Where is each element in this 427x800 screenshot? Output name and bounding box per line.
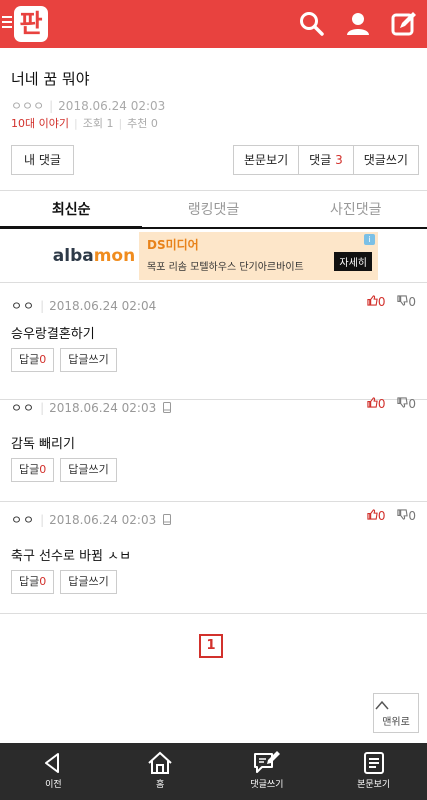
- comment-meta: ㅇㅇ | 2018.06.24 02:03: [11, 511, 172, 528]
- mobile-icon: [163, 402, 172, 413]
- thumbs-down-icon: [397, 509, 409, 520]
- comment-meta: ㅇㅇ | 2018.06.24 02:04: [11, 299, 157, 313]
- comment-write-icon: [253, 751, 280, 773]
- nav-back[interactable]: 이전: [0, 743, 107, 800]
- like-button[interactable]: 0: [367, 509, 386, 523]
- comments-button[interactable]: 댓글 3: [299, 145, 354, 175]
- user-icon[interactable]: [344, 10, 372, 38]
- back-icon: [45, 753, 60, 773]
- nav-write-comment[interactable]: 댓글쓰기: [214, 743, 321, 800]
- view-count: 조회 1: [82, 117, 114, 130]
- my-comments-wrap: 내 댓글: [11, 145, 74, 175]
- site-logo[interactable]: 판: [14, 6, 48, 42]
- comments-label: 댓글: [309, 153, 332, 167]
- board-link[interactable]: 10대 이야기: [11, 117, 69, 130]
- home-icon: [148, 751, 172, 774]
- ad-cta-button[interactable]: 자세히: [334, 252, 372, 271]
- comment-tabs: 최신순 랭킹댓글 사진댓글: [0, 194, 427, 229]
- scroll-to-top-label: 맨위로: [382, 717, 410, 728]
- comment-item: ㅇㅇ | 2018.06.24 02:04 0 0 승우랑결혼하기 답글0 답글쓰기: [0, 286, 427, 400]
- nav-back-label: 이전: [45, 780, 62, 790]
- ad-logo: albamon: [49, 232, 139, 280]
- write-reply-button[interactable]: 답글쓰기: [60, 570, 117, 594]
- page-1-button[interactable]: 1: [199, 634, 223, 658]
- post-stats: 10대 이야기 | 조회 1 | 추천 0: [11, 117, 158, 130]
- ad-title: DS미디어: [147, 238, 199, 252]
- dislike-button[interactable]: 0: [397, 295, 416, 309]
- view-post-button[interactable]: 본문보기: [233, 145, 300, 175]
- menu-icon[interactable]: [2, 16, 12, 31]
- nav-view-post-label: 본문보기: [357, 780, 391, 790]
- comment-votes: 0 0: [367, 397, 416, 411]
- ad-info-icon[interactable]: i: [364, 234, 375, 245]
- like-button[interactable]: 0: [367, 397, 386, 411]
- recommend-count: 추천 0: [127, 117, 158, 130]
- comment-item: ㅇㅇ | 2018.06.24 02:03 0 0 축구 선수로 바뀜 ㅅㅂ 답글0…: [0, 500, 427, 614]
- comment-item: ㅇㅇ | 2018.06.24 02:03 0 0 감독 빼리기 답글0 답글쓰기: [0, 388, 427, 502]
- tab-photo[interactable]: 사진댓글: [285, 194, 427, 227]
- comment-votes: 0 0: [367, 295, 416, 309]
- comment-date: 2018.06.24 02:03: [49, 513, 157, 527]
- bottom-nav: 이전 홈 댓글쓰기 본문보기: [0, 743, 427, 800]
- dislike-button[interactable]: 0: [397, 397, 416, 411]
- comment-body: 감독 빼리기: [11, 437, 75, 452]
- nav-view-post[interactable]: 본문보기: [320, 743, 427, 800]
- nav-home[interactable]: 홈: [107, 743, 214, 800]
- ad-content: DS미디어 목포 리솜 모텔하우스 단기아르바이트 자세히 i: [139, 232, 378, 280]
- comment-date: 2018.06.24 02:03: [49, 401, 157, 415]
- post-author: ㅇㅇㅇ: [11, 99, 45, 113]
- post-meta: ㅇㅇㅇ | 2018.06.24 02:03: [11, 99, 166, 113]
- thumbs-down-icon: [397, 295, 409, 306]
- mobile-icon: [163, 514, 172, 525]
- comment-body: 승우랑결혼하기: [11, 327, 95, 342]
- comment-author: ㅇㅇ: [11, 299, 36, 313]
- comment-votes: 0 0: [367, 509, 416, 523]
- divider: [0, 282, 427, 283]
- reply-button[interactable]: 답글0: [11, 570, 55, 594]
- tab-ranking[interactable]: 랭킹댓글: [142, 194, 284, 227]
- chevron-up-icon: [375, 700, 389, 710]
- post-actions: 본문보기 댓글 3 댓글쓰기: [233, 145, 419, 175]
- ad-description: 목포 리솜 모텔하우스 단기아르바이트: [147, 262, 304, 273]
- comment-meta: ㅇㅇ | 2018.06.24 02:03: [11, 399, 172, 416]
- tab-latest[interactable]: 최신순: [0, 194, 143, 229]
- write-icon[interactable]: [390, 10, 418, 38]
- thumbs-up-icon: [367, 397, 378, 408]
- nav-write-comment-label: 댓글쓰기: [250, 780, 284, 790]
- write-reply-button[interactable]: 답글쓰기: [60, 348, 117, 372]
- comment-author: ㅇㅇ: [11, 401, 36, 415]
- comment-actions: 답글0 답글쓰기: [11, 570, 123, 594]
- write-comment-button[interactable]: 댓글쓰기: [353, 145, 419, 175]
- comment-date: 2018.06.24 02:04: [49, 299, 157, 313]
- post-title: 너네 꿈 뭐야: [11, 70, 90, 88]
- comment-actions: 답글0 답글쓰기: [11, 458, 123, 482]
- dislike-button[interactable]: 0: [397, 509, 416, 523]
- my-comments-button[interactable]: 내 댓글: [11, 145, 74, 175]
- nav-home-label: 홈: [155, 780, 165, 790]
- write-reply-button[interactable]: 답글쓰기: [60, 458, 117, 482]
- post-header: 너네 꿈 뭐야 ㅇㅇㅇ | 2018.06.24 02:03 10대 이야기 | 조회 …: [0, 48, 427, 131]
- comment-body: 축구 선수로 바뀜 ㅅㅂ: [11, 549, 132, 564]
- scroll-to-top-button[interactable]: 맨위로: [373, 693, 419, 733]
- top-bar: 판: [0, 0, 427, 48]
- search-icon[interactable]: [298, 10, 326, 38]
- thumbs-down-icon: [397, 397, 409, 408]
- document-icon: [363, 752, 384, 774]
- like-button[interactable]: 0: [367, 295, 386, 309]
- thumbs-up-icon: [367, 509, 378, 520]
- comment-author: ㅇㅇ: [11, 513, 36, 527]
- reply-button[interactable]: 답글0: [11, 348, 55, 372]
- reply-button[interactable]: 답글0: [11, 458, 55, 482]
- thumbs-up-icon: [367, 295, 378, 306]
- ad-banner[interactable]: albamon DS미디어 목포 리솜 모텔하우스 단기아르바이트 자세히 i: [49, 232, 378, 280]
- comment-actions: 답글0 답글쓰기: [11, 348, 123, 372]
- post-date: 2018.06.24 02:03: [58, 99, 166, 113]
- comments-count: 3: [335, 153, 343, 167]
- divider: [0, 190, 427, 191]
